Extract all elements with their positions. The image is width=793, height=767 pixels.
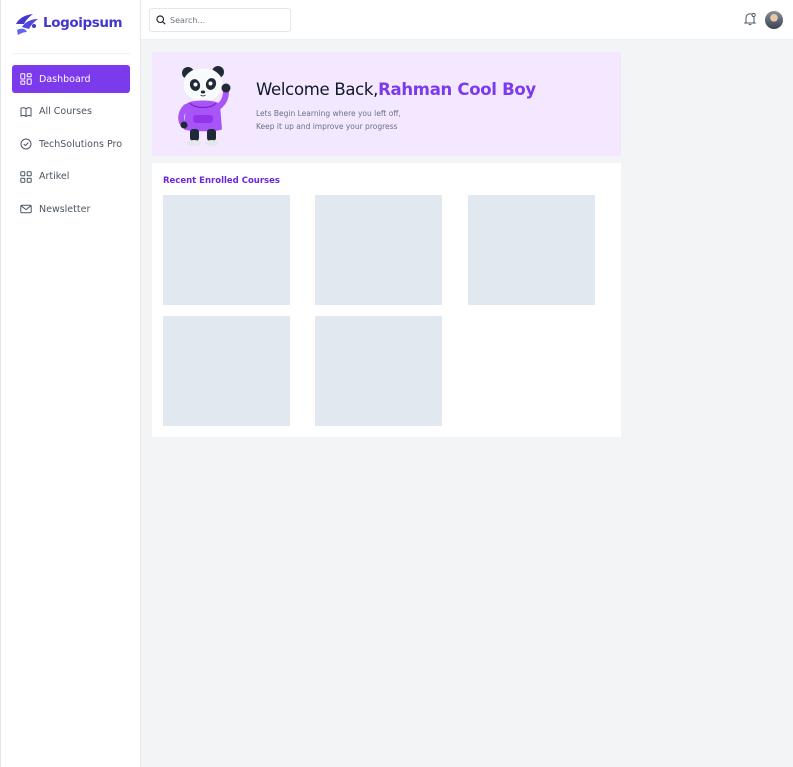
welcome-heading: Welcome Back,Rahman Cool Boy: [256, 80, 536, 99]
search-icon: [156, 15, 166, 25]
logo-icon: [16, 14, 38, 35]
course-card-placeholder[interactable]: [315, 316, 442, 426]
bell-icon[interactable]: [744, 12, 756, 26]
course-card-placeholder[interactable]: [163, 195, 290, 305]
top-bar: [141, 0, 793, 40]
sidebar-item-label: Dashboard: [39, 73, 91, 85]
sidebar-item-label: All Courses: [39, 106, 92, 117]
course-card-placeholder[interactable]: [315, 195, 442, 305]
sidebar-item-all-courses[interactable]: All Courses: [12, 98, 130, 126]
welcome-line-1: Lets Begin Learning where you left off,: [256, 109, 401, 118]
sidebar-item-label: Newsletter: [39, 203, 91, 215]
course-card-placeholder[interactable]: [468, 195, 595, 305]
sidebar-item-newsletter[interactable]: Newsletter: [12, 195, 130, 223]
panda-mascot-illustration: [178, 66, 231, 146]
sidebar-nav: Dashboard All Courses TechSolutions Pro: [12, 65, 130, 228]
dashboard-grid-icon: [20, 73, 32, 85]
user-name: Rahman Cool Boy: [378, 80, 536, 99]
sidebar-item-label: Artikel: [39, 171, 70, 182]
course-card-placeholder[interactable]: [163, 316, 290, 426]
sidebar-item-techsolutions-pro[interactable]: TechSolutions Pro: [12, 130, 130, 158]
search-box[interactable]: [149, 8, 291, 32]
logo-text: Logoipsum: [43, 15, 123, 31]
logo[interactable]: Logoipsum: [13, 10, 123, 36]
sidebar-item-label: TechSolutions Pro: [39, 138, 123, 150]
mail-icon: [20, 203, 32, 215]
sidebar-item-artikel[interactable]: Artikel: [12, 163, 130, 191]
sidebar: Logoipsum Dashboard All Courses TechSolu…: [0, 0, 141, 767]
sidebar-item-dashboard[interactable]: Dashboard: [12, 65, 130, 93]
welcome-greeting: Welcome Back,: [256, 80, 379, 99]
recent-courses-panel: Recent Enrolled Courses: [152, 163, 621, 437]
welcome-line-2: Keep it up and improve your progress: [256, 122, 398, 131]
search-input[interactable]: [170, 15, 280, 25]
grid-icon: [20, 170, 32, 183]
recent-courses-title: Recent Enrolled Courses: [163, 176, 280, 186]
welcome-banner: Welcome Back,Rahman Cool Boy Lets Begin …: [152, 52, 621, 156]
book-open-icon: [20, 106, 32, 118]
welcome-subtext: Lets Begin Learning where you left off, …: [256, 107, 401, 133]
divider: [13, 53, 130, 54]
user-avatar[interactable]: [765, 11, 783, 29]
check-circle-icon: [20, 138, 32, 150]
